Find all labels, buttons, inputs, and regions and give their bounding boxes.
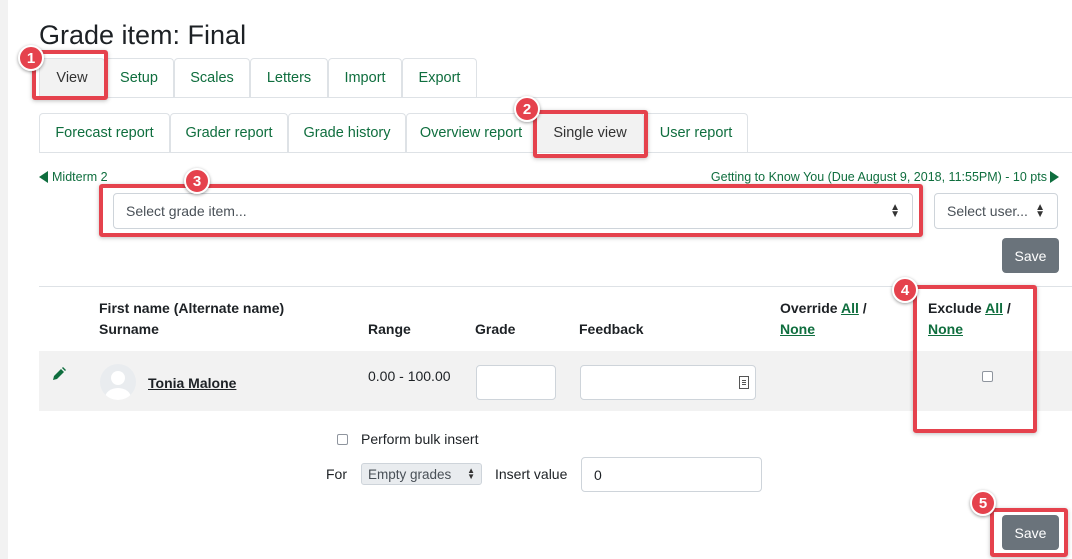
page-title: Grade item: Final (39, 20, 247, 50)
tab-label: Overview report (419, 125, 523, 141)
override-none-link[interactable]: None (780, 321, 815, 337)
tab-overview-report[interactable]: Overview report (406, 113, 536, 152)
select-user[interactable]: Select user... ▲ ▼ (934, 193, 1058, 229)
step-badge-2: 2 (514, 96, 540, 122)
range-value: 0.00 - 100.00 (368, 368, 451, 384)
document-icon[interactable] (739, 376, 749, 389)
tab-grader-report[interactable]: Grader report (170, 113, 288, 152)
tab-forecast-report[interactable]: Forecast report (39, 113, 170, 152)
slash: / (862, 300, 867, 316)
primary-tabs-divider (39, 97, 1072, 98)
prev-item-link[interactable]: Midterm 2 (39, 170, 108, 184)
student-name-link[interactable]: Tonia Malone (148, 375, 236, 391)
prev-item-label: Midterm 2 (52, 170, 108, 184)
tab-label: Export (418, 70, 461, 86)
tab-setup[interactable]: Setup (104, 58, 174, 97)
tab-export[interactable]: Export (402, 58, 477, 97)
pencil-icon[interactable] (52, 367, 66, 381)
highlight-box-2 (533, 110, 648, 158)
tab-scales[interactable]: Scales (174, 58, 250, 97)
bulk-insert-label: Perform bulk insert (361, 431, 479, 447)
step-badge-3: 3 (184, 168, 210, 194)
for-select-value: Empty grades (368, 466, 452, 482)
tab-label: Scales (190, 70, 234, 86)
tab-label: User report (659, 125, 733, 141)
select-arrows-icon: ▲ ▼ (1035, 202, 1045, 220)
triangle-left-icon (39, 171, 48, 183)
save-label: Save (1014, 247, 1047, 264)
grade-input[interactable] (476, 365, 556, 400)
next-item-label: Getting to Know You (Due August 9, 2018,… (710, 170, 1047, 184)
tab-label: Forecast report (55, 125, 154, 141)
col-header-range: Range (368, 321, 411, 337)
triangle-right-icon (1050, 171, 1059, 183)
tab-label: Import (344, 70, 386, 86)
col-name-line2: Surname (99, 321, 159, 337)
page: Grade item: Final View Setup Scales Lett… (8, 0, 1072, 559)
for-label: For (326, 466, 347, 482)
tab-label: Grade history (303, 125, 391, 141)
bulk-insert-checkbox[interactable] (337, 434, 348, 445)
avatar (100, 364, 136, 400)
override-label: Override (780, 300, 838, 316)
select-user-value: Select user... (947, 203, 1028, 219)
step-badge-1: 1 (18, 45, 44, 71)
insert-value-label: Insert value (495, 466, 568, 482)
insert-value-input[interactable]: 0 (581, 457, 762, 492)
tab-import[interactable]: Import (328, 58, 402, 97)
tab-letters[interactable]: Letters (250, 58, 328, 97)
step-badge-4: 4 (892, 277, 918, 303)
step-badge-5: 5 (970, 490, 996, 516)
col-header-override: Override All / None (780, 298, 867, 340)
user-silhouette-icon (105, 371, 131, 400)
col-name-line1: First name (Alternate name) (99, 300, 285, 316)
tab-label: Setup (120, 70, 158, 86)
highlight-box-3 (99, 184, 923, 237)
highlight-box-4 (913, 285, 1037, 433)
next-item-link[interactable]: Getting to Know You (Due August 9, 2018,… (711, 170, 1060, 184)
override-all-link[interactable]: All (841, 300, 859, 316)
tab-label: Grader report (185, 125, 273, 141)
tab-grade-history[interactable]: Grade history (288, 113, 406, 152)
select-arrows-icon: ▲ ▼ (467, 466, 475, 481)
col-header-grade: Grade (475, 321, 516, 337)
col-header-feedback: Feedback (579, 321, 644, 337)
feedback-input[interactable] (580, 365, 756, 400)
for-select[interactable]: Empty grades ▲ ▼ (361, 463, 482, 485)
insert-value-text: 0 (594, 467, 602, 483)
col-header-name: First name (Alternate name) Surname (99, 298, 284, 340)
tab-label: Letters (266, 70, 312, 86)
tab-user-report[interactable]: User report (644, 113, 748, 152)
highlight-box-5 (990, 508, 1068, 557)
save-button-top[interactable]: Save (1002, 238, 1059, 273)
